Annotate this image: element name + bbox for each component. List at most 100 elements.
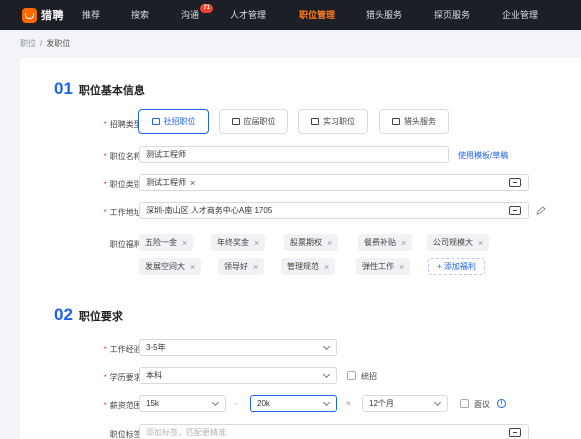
nav-item-label: 推荐	[81, 10, 101, 20]
nav-item-headhunter[interactable]: 猎头服务	[366, 0, 402, 30]
salary-max-select[interactable]: 20k	[250, 395, 337, 412]
chip-remove-icon[interactable]: ×	[327, 238, 332, 248]
salary-label: * 薪资范围:	[20, 400, 144, 411]
recruit-type-label: * 招聘类型:	[20, 119, 144, 130]
form-card: 01 职位基本信息 * 招聘类型: 社招职位 应届职位 实习职位 猎头服务 * 职位…	[20, 58, 581, 439]
chip-label: 发展空间大	[145, 262, 185, 271]
input-value: 测试工程师	[146, 178, 186, 187]
button-label: 实习职位	[323, 117, 355, 126]
recruit-type-graduate-button[interactable]: 应届职位	[219, 109, 288, 134]
benefit-chip[interactable]: 发展空间大 ×	[139, 258, 202, 275]
briefcase-icon	[151, 118, 160, 125]
salary-min-select[interactable]: 15k	[139, 395, 226, 412]
chip-label: 弹性工作	[362, 262, 394, 271]
nav-item-explore[interactable]: 探页服务	[434, 0, 470, 30]
section-number: 01	[54, 79, 73, 98]
chip-label: 年终奖金	[217, 238, 249, 247]
benefit-chip[interactable]: 年终奖金 ×	[211, 234, 266, 251]
chip-remove-icon[interactable]: ×	[253, 262, 258, 272]
nav-item-label: 搜索	[130, 10, 150, 20]
recruit-type-headhunter-button[interactable]: 猎头服务	[379, 109, 449, 134]
remove-category-icon[interactable]: ×	[190, 178, 195, 188]
button-label: 社招职位	[163, 117, 196, 126]
job-category-select[interactable]: 测试工程师 ×	[139, 174, 529, 191]
benefit-chip[interactable]: 餐费补贴 ×	[358, 234, 413, 251]
select-value: 12个月	[369, 399, 394, 408]
address-label: * 工作地址:	[20, 207, 144, 218]
add-benefit-button[interactable]: + 添加福利	[428, 258, 485, 275]
logo-text: 猎聘	[41, 10, 64, 22]
chip-remove-icon[interactable]: ×	[399, 262, 404, 272]
salary-months-select[interactable]: 12个月	[362, 395, 448, 412]
nav-item-search[interactable]: 搜索	[131, 0, 149, 30]
experience-select[interactable]: 3-5年	[139, 339, 337, 356]
required-mark: *	[103, 401, 107, 410]
chip-remove-icon[interactable]: ×	[401, 238, 406, 248]
button-label: 应届职位	[243, 117, 276, 126]
job-category-label: * 职位类别:	[20, 179, 144, 190]
use-template-link[interactable]: 使用模板/草稿	[458, 150, 508, 161]
chip-remove-icon[interactable]: ×	[182, 238, 187, 248]
chip-remove-icon[interactable]: ×	[190, 262, 195, 272]
nav-item-label: 猎头服务	[365, 10, 403, 20]
negotiable-checkbox[interactable]	[460, 399, 469, 408]
chip-label: 五险一金	[145, 238, 177, 247]
education-select[interactable]: 本科	[139, 367, 337, 384]
benefit-chip[interactable]: 股票期权 ×	[284, 234, 339, 251]
logo[interactable]: 猎聘	[22, 7, 64, 23]
chip-label: 股票期权	[290, 238, 322, 247]
top-nav: 猎聘 推荐 搜索 沟通 71 人才管理 职位管理 猎头服务 探页服务 企业管理	[0, 0, 581, 30]
benefit-chip[interactable]: 弹性工作 ×	[356, 258, 411, 275]
chevron-down-icon	[322, 370, 331, 379]
recruit-type-social-button[interactable]: 社招职位	[138, 109, 209, 134]
select-value: 20k	[257, 399, 270, 408]
edit-icon[interactable]	[536, 206, 546, 215]
benefit-chip[interactable]: 领导好 ×	[218, 258, 265, 275]
breadcrumb-parent[interactable]: 职位	[20, 39, 36, 48]
input-value: 测试工程师	[146, 150, 186, 159]
chat-badge: 71	[200, 4, 214, 13]
salary-times-sign: ×	[346, 399, 351, 408]
headhunter-icon	[392, 118, 400, 125]
negotiable-checkbox-label: 面议	[474, 400, 490, 409]
benefit-chip[interactable]: 管理规范 ×	[281, 258, 336, 275]
chevron-down-icon	[211, 398, 220, 407]
required-mark: *	[103, 373, 107, 382]
address-input[interactable]: 深圳-南山区 人才商务中心A座 1705	[139, 202, 529, 219]
nav-item-jobs[interactable]: 职位管理	[299, 0, 335, 30]
fulltime-checkbox[interactable]	[347, 371, 356, 380]
benefit-chip[interactable]: 五险一金 ×	[139, 234, 194, 251]
breadcrumb: 职位 / 发职位	[20, 38, 70, 49]
chevron-down-icon	[322, 342, 331, 351]
input-value: 深圳-南山区 人才商务中心A座 1705	[146, 206, 273, 215]
recruit-type-intern-button[interactable]: 实习职位	[298, 109, 368, 134]
chevron-down-icon	[433, 398, 442, 407]
tags-input[interactable]: 添加标签，匹配更精准	[139, 424, 529, 439]
category-picker-icon[interactable]	[509, 178, 521, 187]
info-icon[interactable]: i	[497, 399, 506, 408]
nav-item-company[interactable]: 企业管理	[502, 0, 538, 30]
chip-remove-icon[interactable]: ×	[478, 238, 483, 248]
required-mark: *	[103, 208, 107, 217]
required-mark: *	[103, 152, 107, 161]
section-label: 职位要求	[78, 311, 123, 323]
section-number: 02	[54, 305, 73, 324]
fulltime-checkbox-label: 统招	[361, 372, 377, 381]
nav-item-talent[interactable]: 人才管理	[230, 0, 266, 30]
required-mark: *	[103, 180, 107, 189]
input-placeholder: 添加标签，匹配更精准	[146, 428, 226, 437]
benefit-chip[interactable]: 公司规模大 ×	[427, 234, 490, 251]
chip-remove-icon[interactable]: ×	[324, 262, 329, 272]
select-value: 3-5年	[146, 343, 166, 352]
chip-label: 餐费补贴	[364, 238, 396, 247]
address-picker-icon[interactable]	[509, 206, 521, 215]
chip-label: 公司规模大	[433, 238, 473, 247]
required-mark: *	[103, 120, 107, 129]
required-mark: *	[103, 345, 107, 354]
section-requirements-title: 02 职位要求	[54, 305, 123, 325]
nav-item-recommend[interactable]: 推荐	[82, 0, 100, 30]
tags-picker-icon[interactable]	[509, 428, 521, 437]
job-name-input[interactable]: 测试工程师	[139, 146, 449, 163]
chip-remove-icon[interactable]: ×	[254, 238, 259, 248]
nav-item-chat[interactable]: 沟通 71	[181, 0, 214, 30]
